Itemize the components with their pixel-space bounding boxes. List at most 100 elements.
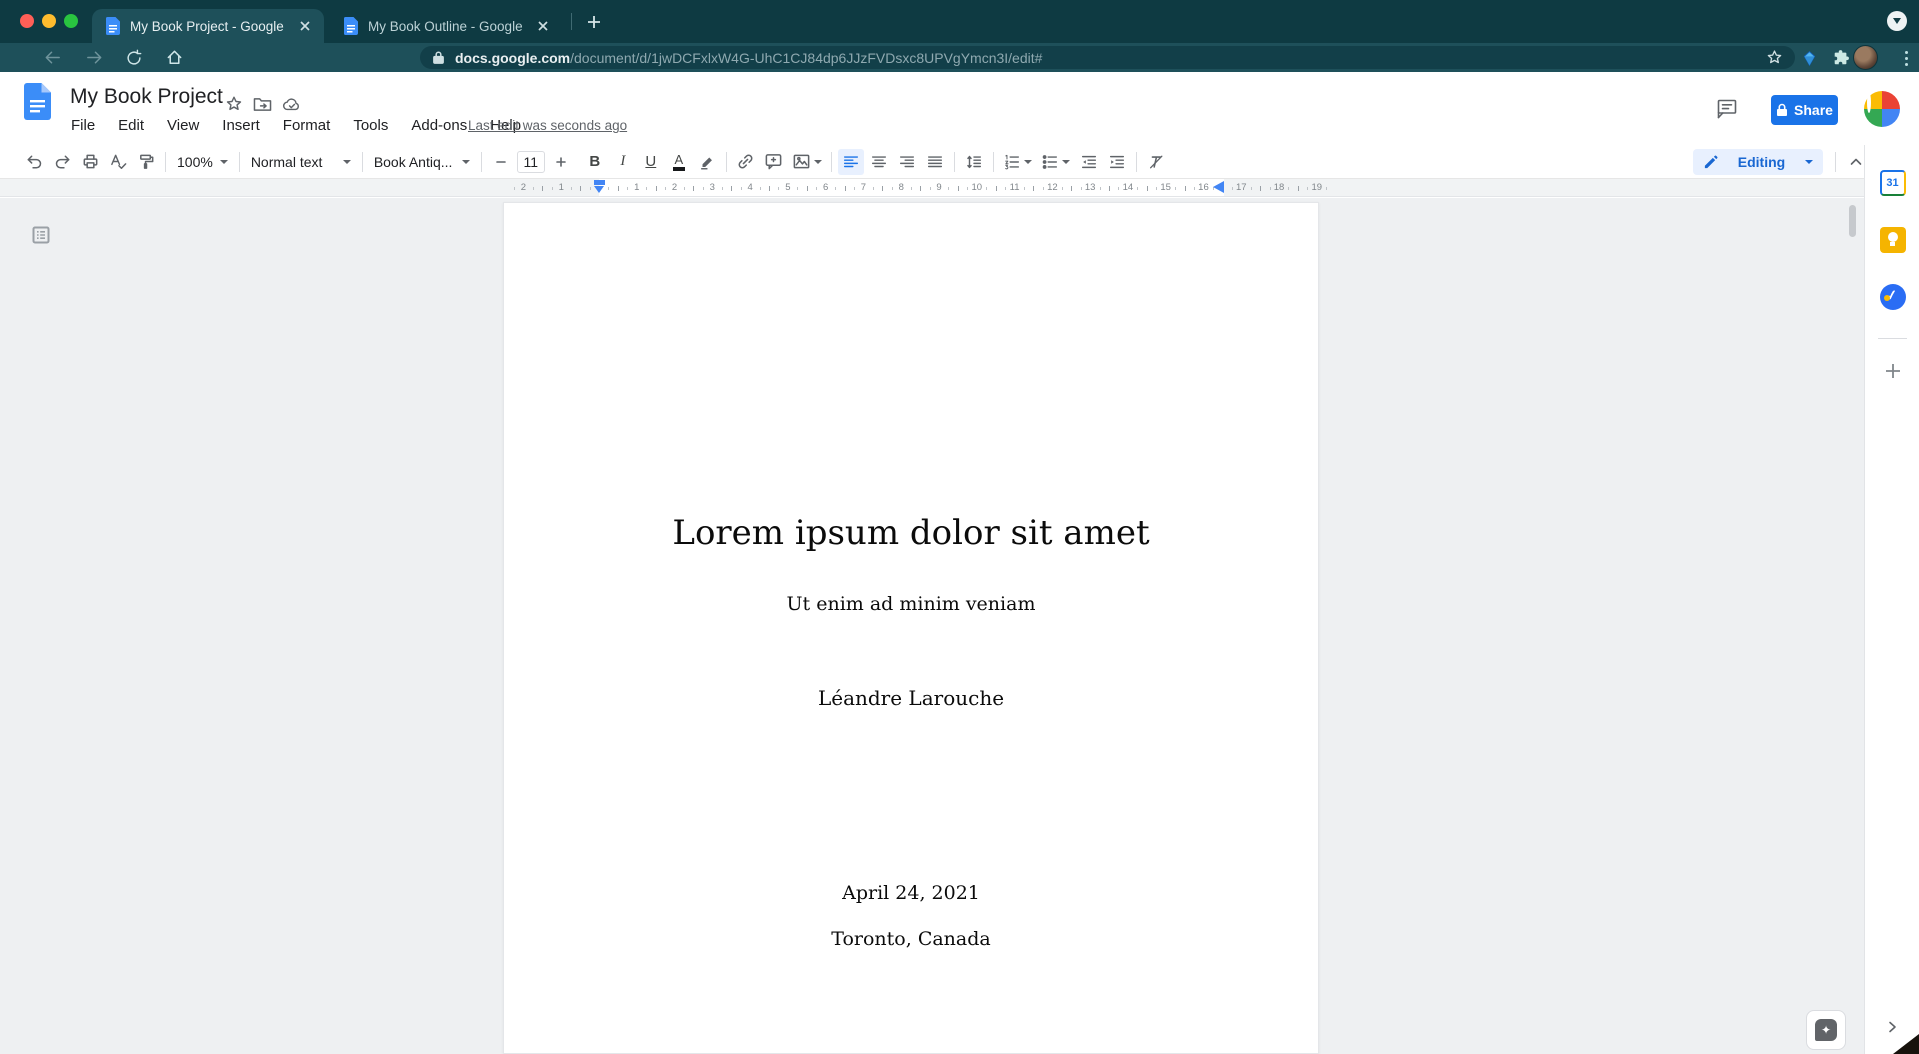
share-button[interactable]: Share bbox=[1771, 95, 1838, 125]
right-indent-marker[interactable] bbox=[1213, 181, 1224, 193]
url-path: /document/d/1jwDCFxlxW4G-UhC1CJ84dp6JJzF… bbox=[570, 50, 1042, 66]
toolbar-separator bbox=[954, 152, 955, 172]
doc-text-subtitle: Ut enim ad minim veniam bbox=[504, 593, 1318, 615]
zoom-select[interactable]: 100% bbox=[171, 149, 234, 175]
left-indent-marker[interactable] bbox=[594, 180, 605, 195]
google-keep-icon[interactable] bbox=[1879, 226, 1906, 253]
editing-mode-select[interactable]: Editing bbox=[1693, 149, 1823, 175]
spellcheck-button[interactable] bbox=[105, 149, 131, 175]
chevron-down-icon bbox=[343, 160, 351, 164]
browser-menu-icon[interactable] bbox=[1898, 46, 1914, 70]
print-button[interactable] bbox=[77, 149, 103, 175]
new-tab-button[interactable] bbox=[583, 11, 605, 33]
clear-formatting-button[interactable] bbox=[1143, 149, 1169, 175]
window-zoom-button[interactable] bbox=[64, 14, 78, 28]
numbered-list-button[interactable] bbox=[1000, 149, 1036, 175]
toolbar-separator bbox=[239, 152, 240, 172]
docs-logo-icon[interactable] bbox=[24, 83, 51, 125]
menu-format[interactable]: Format bbox=[281, 115, 333, 136]
chevron-down-icon bbox=[462, 160, 470, 164]
undo-button[interactable] bbox=[21, 149, 47, 175]
tab-close-icon[interactable] bbox=[534, 17, 552, 35]
home-button[interactable] bbox=[160, 46, 188, 70]
menu-addons[interactable]: Add-ons bbox=[409, 115, 469, 136]
increase-indent-button[interactable] bbox=[1104, 149, 1130, 175]
document-page[interactable]: Lorem ipsum dolor sit amet Ut enim ad mi… bbox=[503, 202, 1319, 1054]
forward-button[interactable] bbox=[80, 46, 108, 70]
browser-profile-avatar[interactable] bbox=[1853, 45, 1878, 70]
window-minimize-button[interactable] bbox=[42, 14, 56, 28]
account-avatar[interactable] bbox=[1864, 91, 1900, 127]
current-color-swatch bbox=[673, 167, 685, 171]
side-panel: 31 ✓ bbox=[1864, 145, 1919, 1054]
menu-tools[interactable]: Tools bbox=[351, 115, 390, 136]
menu-bar: File Edit View Insert Format Tools Add-o… bbox=[69, 115, 523, 136]
url-bar[interactable]: docs.google.com/document/d/1jwDCFxlxW4G-… bbox=[420, 46, 1795, 69]
back-button[interactable] bbox=[38, 46, 66, 70]
bookmark-star-icon[interactable] bbox=[1766, 49, 1783, 66]
window-close-button[interactable] bbox=[20, 14, 34, 28]
docs-header: My Book Project File Edit View Insert Fo… bbox=[0, 72, 1919, 145]
toolbar-separator bbox=[993, 152, 994, 172]
cloud-saved-icon[interactable] bbox=[282, 94, 302, 114]
menu-insert[interactable]: Insert bbox=[220, 115, 262, 136]
chevron-down-icon bbox=[1024, 160, 1032, 164]
google-tasks-icon[interactable]: ✓ bbox=[1879, 283, 1906, 310]
align-center-button[interactable] bbox=[866, 149, 892, 175]
font-family-select[interactable]: Book Antiq... bbox=[368, 149, 476, 175]
font-size-input[interactable]: 11 bbox=[517, 151, 545, 173]
paint-format-button[interactable] bbox=[133, 149, 159, 175]
decrease-font-size-button[interactable] bbox=[488, 149, 514, 175]
tab-title: My Book Outline - Google Docs bbox=[368, 19, 526, 34]
text-color-button[interactable]: A bbox=[666, 149, 692, 175]
tab-close-icon[interactable] bbox=[296, 17, 314, 35]
chevron-down-icon bbox=[814, 160, 822, 164]
menu-edit[interactable]: Edit bbox=[116, 115, 146, 136]
chevron-down-icon bbox=[1893, 18, 1901, 24]
comment-history-button[interactable] bbox=[1716, 98, 1738, 119]
refresh-button[interactable] bbox=[120, 46, 148, 70]
tab-my-book-project[interactable]: My Book Project - Google Docs bbox=[92, 9, 324, 43]
align-left-button[interactable] bbox=[838, 149, 864, 175]
lock-icon bbox=[1776, 103, 1788, 117]
bold-button[interactable]: B bbox=[582, 149, 608, 175]
document-title[interactable]: My Book Project bbox=[70, 85, 223, 109]
add-comment-button[interactable] bbox=[761, 149, 787, 175]
move-folder-icon[interactable] bbox=[252, 94, 272, 114]
toolbar-separator bbox=[1835, 152, 1836, 172]
tab-my-book-outline[interactable]: My Book Outline - Google Docs bbox=[330, 9, 562, 43]
bulleted-list-button[interactable] bbox=[1038, 149, 1074, 175]
paragraph-style-select[interactable]: Normal text bbox=[245, 149, 357, 175]
decrease-indent-button[interactable] bbox=[1076, 149, 1102, 175]
italic-button[interactable]: I bbox=[610, 149, 636, 175]
menu-file[interactable]: File bbox=[69, 115, 97, 136]
insert-link-button[interactable] bbox=[733, 149, 759, 175]
extensions-puzzle-icon[interactable] bbox=[1828, 45, 1854, 71]
tab-search-button[interactable] bbox=[1887, 11, 1907, 31]
align-justify-button[interactable] bbox=[922, 149, 948, 175]
screen-corner-artifact bbox=[1893, 1034, 1919, 1054]
add-addon-button[interactable] bbox=[1879, 357, 1906, 384]
show-outline-button[interactable] bbox=[31, 225, 51, 248]
align-right-button[interactable] bbox=[894, 149, 920, 175]
last-edit-link[interactable]: Last edit was seconds ago bbox=[468, 118, 627, 133]
menu-view[interactable]: View bbox=[165, 115, 201, 136]
lock-icon bbox=[432, 50, 445, 65]
star-document-icon[interactable] bbox=[224, 94, 244, 114]
extension-gem-icon[interactable] bbox=[1796, 45, 1822, 71]
underline-button[interactable]: U bbox=[638, 149, 664, 175]
pencil-icon bbox=[1703, 155, 1718, 170]
document-canvas: Lorem ipsum dolor sit amet Ut enim ad mi… bbox=[0, 198, 1864, 1054]
line-spacing-button[interactable] bbox=[961, 149, 987, 175]
doc-text-location: Toronto, Canada bbox=[504, 928, 1318, 950]
explore-icon: ✦ bbox=[1815, 1019, 1837, 1041]
google-calendar-icon[interactable]: 31 bbox=[1879, 169, 1906, 196]
tab-strip: My Book Project - Google Docs My Book Ou… bbox=[0, 0, 1919, 43]
redo-button[interactable] bbox=[49, 149, 75, 175]
increase-font-size-button[interactable] bbox=[548, 149, 574, 175]
highlight-color-button[interactable] bbox=[694, 149, 720, 175]
docs-favicon bbox=[106, 17, 120, 35]
insert-image-button[interactable] bbox=[789, 149, 825, 175]
vertical-scrollbar[interactable] bbox=[1849, 205, 1856, 237]
explore-button[interactable]: ✦ bbox=[1806, 1010, 1846, 1050]
